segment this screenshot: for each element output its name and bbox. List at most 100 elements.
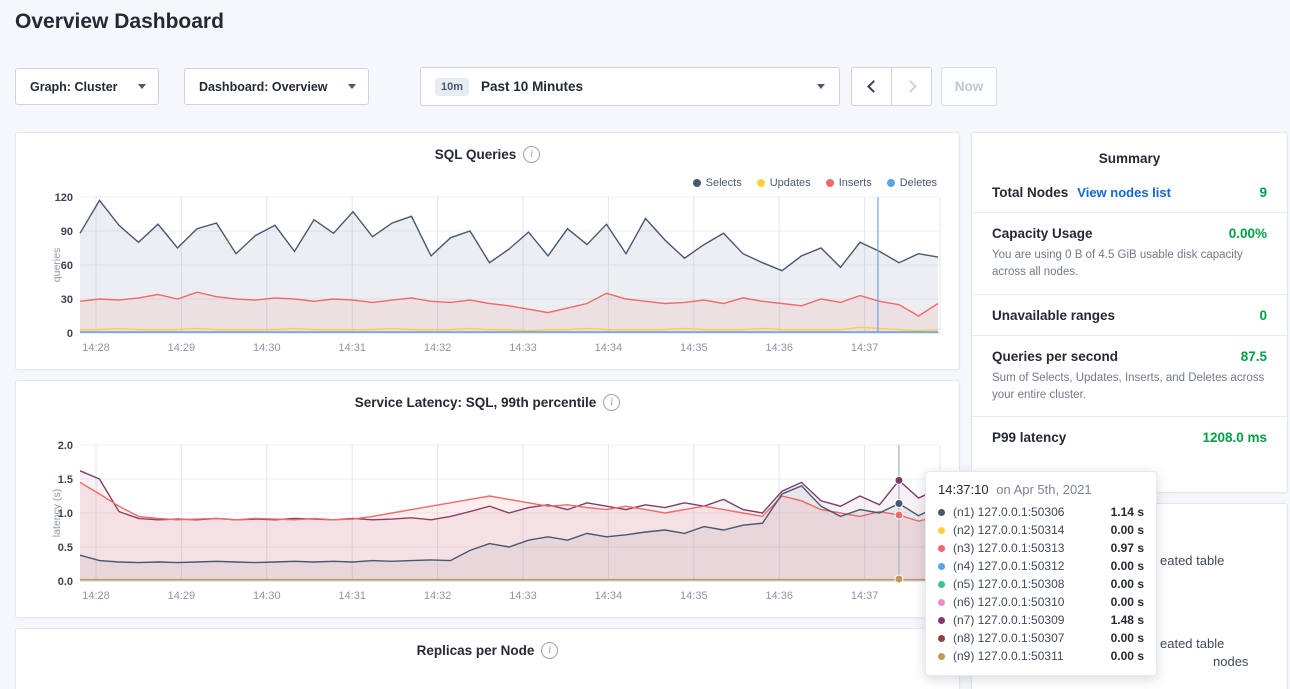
sql-queries-panel: SQL Queries Selects Updates Inserts Deletes… <box>15 132 960 370</box>
svg-text:14:36: 14:36 <box>765 590 793 602</box>
svg-text:14:36: 14:36 <box>765 342 793 354</box>
svg-text:latency (s): latency (s) <box>51 489 63 537</box>
tooltip-node-row: (n2) 127.0.0.1:503140.00 s <box>938 521 1144 539</box>
dashboard-dropdown-label: Dashboard: Overview <box>199 80 328 94</box>
graph-dropdown[interactable]: Graph: Cluster <box>15 68 159 105</box>
now-button[interactable]: Now <box>941 67 997 106</box>
event-item-fragment: eated table <box>1160 636 1224 651</box>
capacity-usage-label: Capacity Usage <box>992 226 1093 241</box>
series-color-dot <box>938 635 945 642</box>
tooltip-node-value: 0.97 s <box>1111 541 1144 555</box>
series-color-dot <box>938 545 945 552</box>
dashboard-dropdown[interactable]: Dashboard: Overview <box>184 68 369 105</box>
tooltip-node-label: (n6) 127.0.0.1:50310 <box>953 595 1064 609</box>
svg-text:queries: queries <box>51 248 63 282</box>
summary-panel: Summary Total Nodes View nodes list 9 Ca… <box>971 132 1288 493</box>
svg-text:0.5: 0.5 <box>58 542 73 554</box>
summary-title: Summary <box>972 133 1287 172</box>
legend-label: Inserts <box>839 177 872 189</box>
svg-text:120: 120 <box>55 192 73 204</box>
svg-text:14:28: 14:28 <box>82 590 110 602</box>
event-item-fragment: nodes <box>1213 654 1248 669</box>
unavailable-ranges-value: 0 <box>1259 308 1267 323</box>
legend-item-inserts[interactable]: Inserts <box>826 177 872 189</box>
svg-text:14:30: 14:30 <box>253 590 281 602</box>
legend-label: Updates <box>770 177 811 189</box>
svg-text:90: 90 <box>61 226 73 238</box>
tooltip-node-value: 1.14 s <box>1111 505 1144 519</box>
series-color-dot <box>938 563 945 570</box>
svg-text:14:28: 14:28 <box>82 342 110 354</box>
event-item-fragment: eated table <box>1160 553 1224 568</box>
svg-text:14:33: 14:33 <box>509 590 537 602</box>
capacity-usage-description: You are using 0 B of 4.5 GiB usable disk… <box>992 247 1267 282</box>
chevron-right-icon <box>904 80 917 93</box>
tooltip-node-row: (n8) 127.0.0.1:503070.00 s <box>938 629 1144 647</box>
tooltip-node-row: (n7) 127.0.0.1:50309 1.48 s <box>938 611 1144 629</box>
legend-dot <box>887 179 895 187</box>
replicas-per-node-title: Replicas per Node <box>417 643 535 658</box>
unavailable-ranges-label: Unavailable ranges <box>992 308 1115 323</box>
legend-item-deletes[interactable]: Deletes <box>887 177 937 189</box>
legend-dot <box>693 179 701 187</box>
summary-row-p99-latency: P99 latency 1208.0 ms <box>972 417 1287 457</box>
svg-text:14:37: 14:37 <box>851 342 879 354</box>
time-range-picker[interactable]: 10m Past 10 Minutes <box>420 67 840 106</box>
overview-dashboard-page: Overview Dashboard Graph: Cluster Dashbo… <box>0 0 1290 689</box>
legend-label: Deletes <box>900 177 937 189</box>
legend-item-selects[interactable]: Selects <box>693 177 742 189</box>
summary-row-total-nodes: Total Nodes View nodes list 9 <box>972 172 1287 213</box>
total-nodes-label: Total Nodes <box>992 185 1068 200</box>
svg-text:0: 0 <box>67 328 73 340</box>
legend-label: Selects <box>706 177 742 189</box>
tooltip-node-value: 0.00 s <box>1111 559 1144 573</box>
series-color-dot <box>938 581 945 588</box>
tooltip-node-value: 0.00 s <box>1111 577 1144 591</box>
tooltip-node-label: (n1) 127.0.0.1:50306 <box>953 505 1064 519</box>
chart-hover-tooltip: 14:37:10 on Apr 5th, 2021 (n1) 127.0.0.1… <box>925 471 1157 676</box>
svg-text:14:35: 14:35 <box>680 590 708 602</box>
legend-item-updates[interactable]: Updates <box>757 177 811 189</box>
tooltip-node-value: 1.48 s <box>1111 613 1144 627</box>
series-color-dot <box>938 509 945 516</box>
svg-text:14:29: 14:29 <box>168 590 196 602</box>
tooltip-node-row: (n1) 127.0.0.1:50306 1.14 s <box>938 503 1144 521</box>
info-icon[interactable] <box>541 642 558 659</box>
summary-row-unavailable-ranges: Unavailable ranges 0 <box>972 295 1287 336</box>
legend-dot <box>826 179 834 187</box>
queries-per-second-label: Queries per second <box>992 349 1118 364</box>
summary-row-capacity-usage: Capacity Usage 0.00% You are using 0 B o… <box>972 213 1287 295</box>
tooltip-time: 14:37:10 <box>938 482 989 497</box>
sql-queries-title: SQL Queries <box>435 147 517 162</box>
page-title: Overview Dashboard <box>15 10 224 34</box>
service-latency-chart-area[interactable]: 0.00.51.01.52.014:2814:2914:3014:3114:32… <box>50 437 950 609</box>
time-range-badge: 10m <box>435 78 469 96</box>
sql-queries-chart-area[interactable]: 030609012014:2814:2914:3014:3114:3214:33… <box>50 189 950 361</box>
tooltip-node-label: (n7) 127.0.0.1:50309 <box>953 613 1064 627</box>
svg-text:0.0: 0.0 <box>58 576 73 588</box>
info-icon[interactable] <box>603 394 620 411</box>
time-range-label: Past 10 Minutes <box>481 79 583 94</box>
total-nodes-value: 9 <box>1259 185 1267 200</box>
time-next-button[interactable] <box>891 67 932 106</box>
svg-text:14:33: 14:33 <box>509 342 537 354</box>
legend-dot <box>757 179 765 187</box>
series-color-dot <box>938 617 945 624</box>
time-prev-button[interactable] <box>851 67 892 106</box>
svg-text:2.0: 2.0 <box>58 440 73 452</box>
tooltip-node-label: (n9) 127.0.0.1:50311 <box>953 649 1064 663</box>
chevron-down-icon <box>348 84 356 89</box>
svg-text:14:30: 14:30 <box>253 342 281 354</box>
graph-dropdown-label: Graph: Cluster <box>30 80 118 94</box>
svg-text:14:34: 14:34 <box>595 342 623 354</box>
sql-queries-legend: Selects Updates Inserts Deletes <box>693 177 937 189</box>
series-color-dot <box>938 653 945 660</box>
info-icon[interactable] <box>523 146 540 163</box>
chevron-left-icon <box>867 80 880 93</box>
view-nodes-list-link[interactable]: View nodes list <box>1077 185 1171 200</box>
tooltip-node-label: (n8) 127.0.0.1:50307 <box>953 631 1064 645</box>
tooltip-node-value: 0.00 s <box>1111 523 1144 537</box>
tooltip-node-value: 0.00 s <box>1111 649 1144 663</box>
tooltip-node-row: (n6) 127.0.0.1:503100.00 s <box>938 593 1144 611</box>
series-color-dot <box>938 599 945 606</box>
